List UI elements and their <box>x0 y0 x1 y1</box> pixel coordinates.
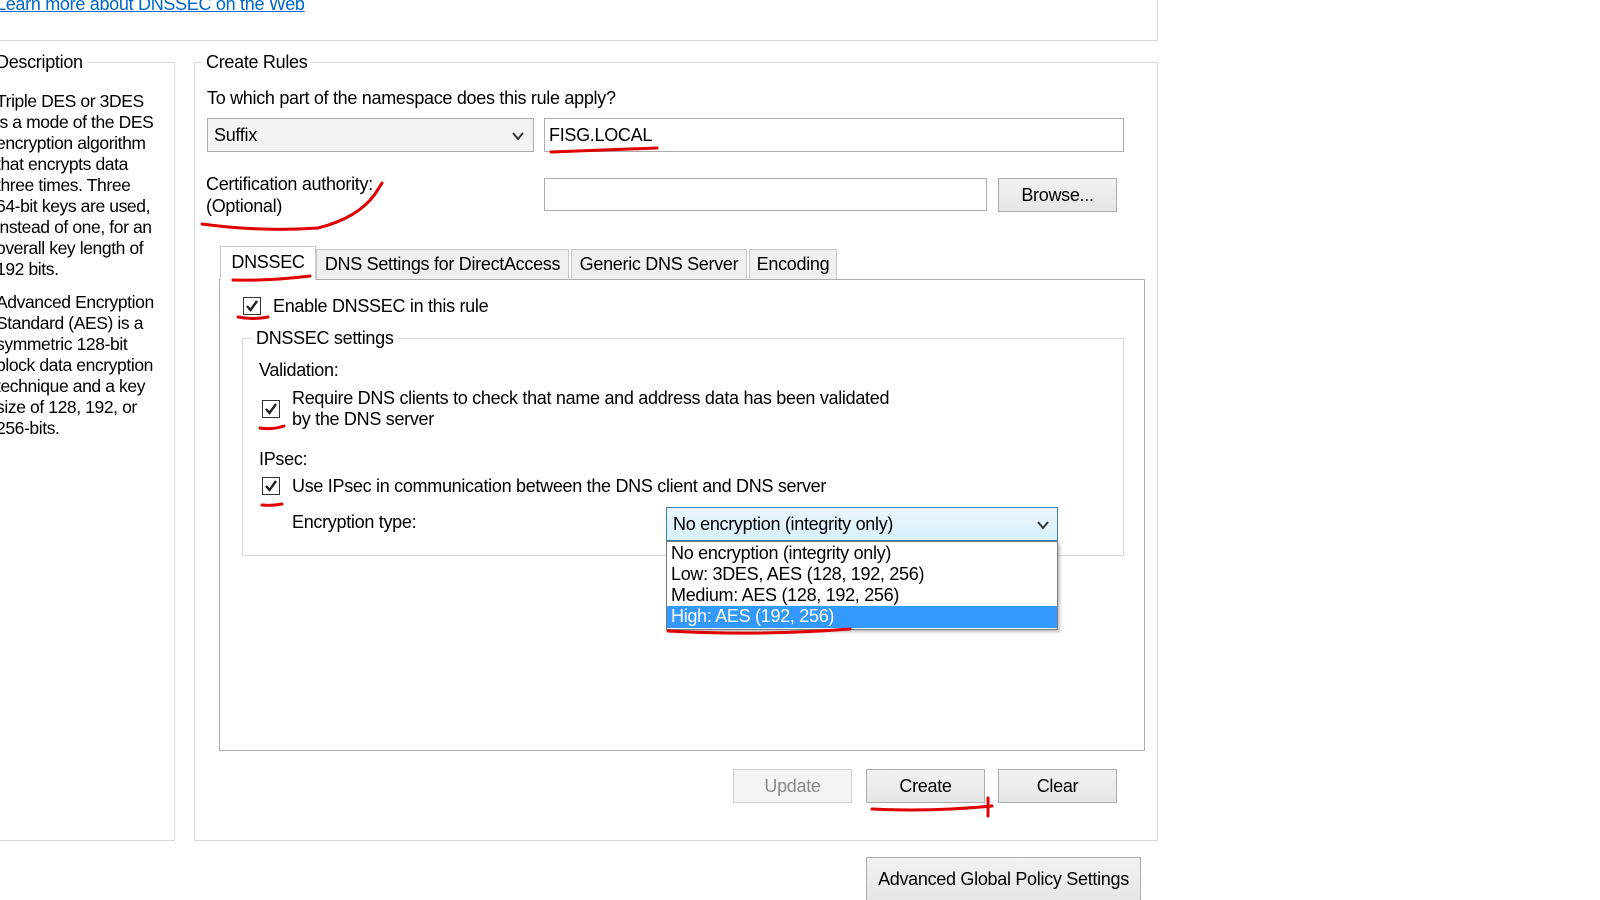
ca-label: Certification authority: <box>206 174 373 194</box>
require-validation-checkbox[interactable] <box>262 400 280 418</box>
browse-button[interactable]: Browse... <box>998 178 1117 212</box>
validation-label: Validation: <box>259 360 339 380</box>
checkmark-icon <box>265 403 277 415</box>
clear-button[interactable]: Clear <box>998 769 1117 803</box>
tab-encoding[interactable]: Encoding <box>749 249 837 279</box>
top-divider <box>0 40 1158 41</box>
tab-generic-dns-server[interactable]: Generic DNS Server <box>571 249 747 279</box>
require-validation-label-line1: Require DNS clients to check that name a… <box>292 388 890 408</box>
advanced-global-policy-settings-button[interactable]: Advanced Global Policy Settings <box>866 857 1141 900</box>
update-button[interactable]: Update <box>733 769 852 803</box>
namespace-type-value: Suffix <box>214 125 257 145</box>
encryption-type-options-list: No encryption (integrity only) Low: 3DES… <box>666 541 1058 630</box>
use-ipsec-checkbox[interactable] <box>262 477 280 495</box>
namespace-question: To which part of the namespace does this… <box>207 88 616 108</box>
description-paragraph-3des: Triple DES or 3DES is a mode of the DES … <box>0 91 154 279</box>
ca-field[interactable] <box>544 178 987 211</box>
chevron-down-icon <box>512 132 524 141</box>
enable-dnssec-checkbox[interactable] <box>243 297 261 315</box>
description-text: Triple DES or 3DES is a mode of the DES … <box>0 91 156 451</box>
learn-more-link[interactable]: Learn more about DNSSEC on the Web <box>0 0 305 15</box>
create-button[interactable]: Create <box>866 769 985 803</box>
create-rules-title: Create Rules <box>202 52 312 73</box>
ipsec-label: IPsec: <box>259 449 308 469</box>
description-title: Description <box>0 52 87 73</box>
encryption-type-selected: No encryption (integrity only) <box>673 514 894 534</box>
namespace-type-dropdown[interactable]: Suffix <box>207 118 534 152</box>
encryption-option-low[interactable]: Low: 3DES, AES (128, 192, 256) <box>671 564 924 585</box>
encryption-option-high[interactable]: High: AES (192, 256) <box>667 606 1057 628</box>
tab-dns-settings-directaccess[interactable]: DNS Settings for DirectAccess <box>316 249 569 279</box>
chevron-down-icon <box>1037 521 1049 530</box>
tab-dnssec[interactable]: DNSSEC <box>220 246 316 280</box>
use-ipsec-label: Use IPsec in communication between the D… <box>292 476 827 496</box>
checkmark-icon <box>265 480 277 492</box>
ca-optional-label: (Optional) <box>206 196 283 216</box>
encryption-option-medium[interactable]: Medium: AES (128, 192, 256) <box>671 585 899 606</box>
encryption-type-label: Encryption type: <box>292 512 417 532</box>
require-validation-label-line2: by the DNS server <box>292 409 434 429</box>
enable-dnssec-label: Enable DNSSEC in this rule <box>273 296 489 316</box>
namespace-value-field[interactable]: FISG.LOCAL <box>544 118 1124 152</box>
encryption-option-none[interactable]: No encryption (integrity only) <box>671 543 891 564</box>
description-paragraph-aes: Advanced Encryption Standard (AES) is a … <box>0 292 154 438</box>
encryption-type-dropdown[interactable]: No encryption (integrity only) <box>666 507 1058 541</box>
checkmark-icon <box>246 300 258 312</box>
top-divider-right <box>1157 0 1158 41</box>
namespace-value-text: FISG.LOCAL <box>549 125 653 145</box>
dnssec-settings-title: DNSSEC settings <box>252 328 398 349</box>
